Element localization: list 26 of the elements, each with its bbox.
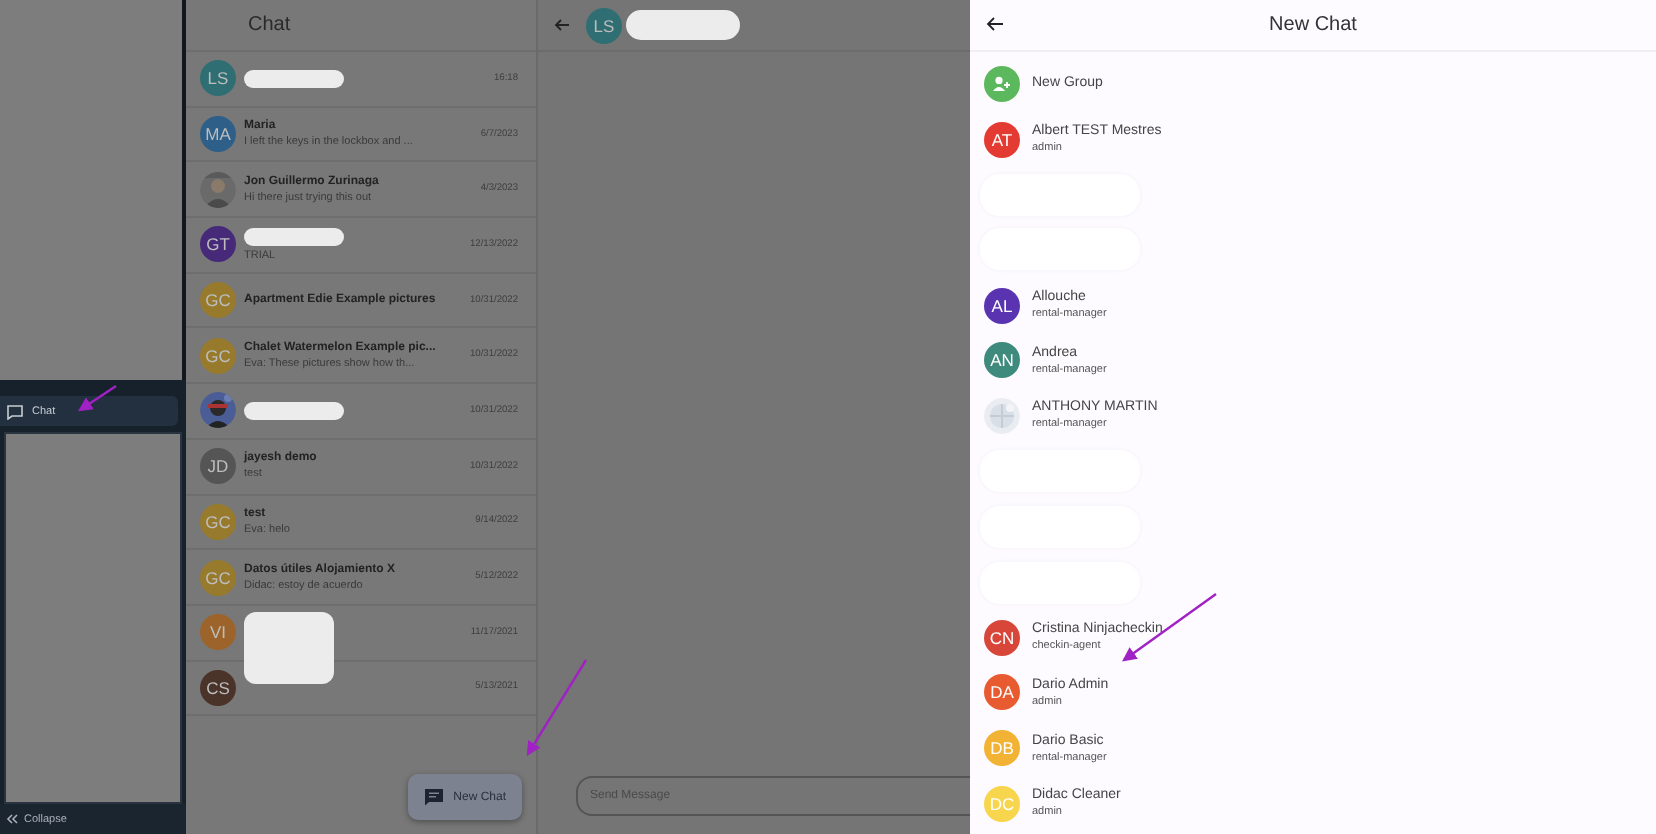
avatar: CN xyxy=(984,619,1020,656)
avatar: DB xyxy=(984,730,1020,767)
annotation-arrow xyxy=(526,659,588,757)
avatar: JD xyxy=(200,448,236,485)
avatar: GC xyxy=(200,282,236,319)
chat-icon xyxy=(6,403,24,419)
avatar: MA xyxy=(200,116,236,153)
avatar: VI xyxy=(200,614,236,651)
avatar: CS xyxy=(200,669,236,706)
double-chevron-icon xyxy=(6,814,18,824)
avatar: AT xyxy=(984,121,1020,158)
panel-title: New Chat xyxy=(1269,14,1357,36)
chat-icon xyxy=(423,788,444,806)
avatar: DA xyxy=(984,674,1020,711)
avatar: GC xyxy=(200,337,236,374)
avatar: DC xyxy=(984,785,1020,822)
avatar: AN xyxy=(984,342,1020,379)
back-arrow-icon[interactable] xyxy=(986,16,1004,32)
list-title: Chat xyxy=(248,14,291,36)
annotation-arrow xyxy=(78,385,117,412)
avatar: GC xyxy=(200,503,236,540)
avatar: LS xyxy=(200,60,236,97)
avatar: LS xyxy=(586,7,622,43)
avatar: GT xyxy=(200,226,236,263)
avatar: AL xyxy=(984,287,1020,324)
avatar: GC xyxy=(200,559,236,596)
